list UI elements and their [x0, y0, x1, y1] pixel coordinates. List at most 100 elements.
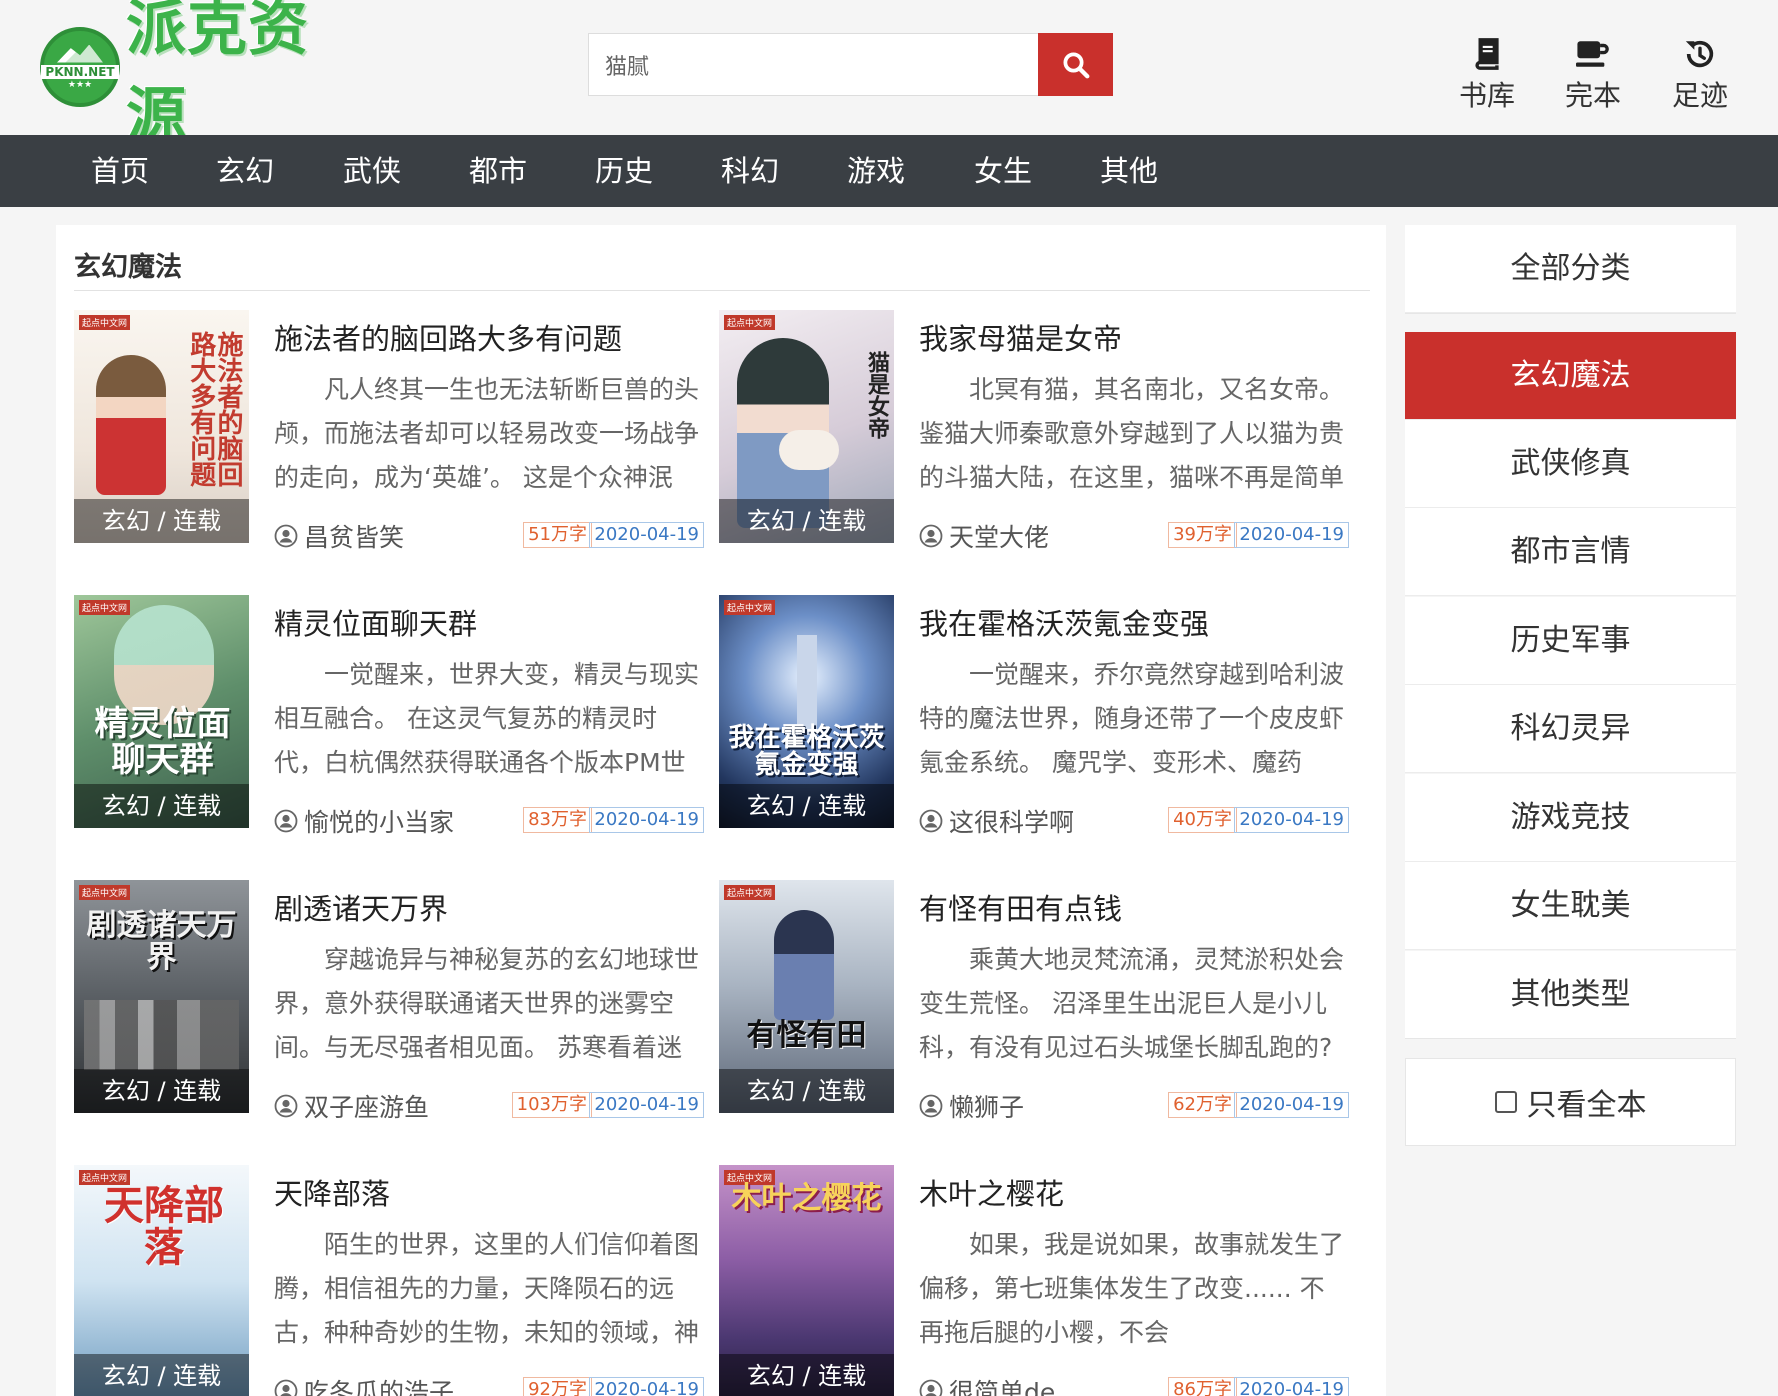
nav-item-game[interactable]: 游戏 — [836, 135, 916, 207]
book-meta: 天堂大佬 39万字 2020-04-19 — [919, 518, 1349, 552]
quick-link-completed[interactable]: 完本 — [1548, 36, 1638, 114]
book-author[interactable]: 昌贫皆笑 — [274, 518, 404, 554]
nav-item-history[interactable]: 历史 — [584, 135, 664, 207]
book-meta: 愉悦的小当家 83万字 2020-04-19 — [274, 803, 704, 837]
book-date: 2020-04-19 — [1234, 807, 1349, 833]
book-cover[interactable]: 起点中文网 天降部落 玄幻 / 连载 — [74, 1165, 249, 1396]
book-title[interactable]: 天降部落 — [274, 1171, 390, 1213]
book-cover[interactable]: 起点中文网 木叶之樱花 玄幻 / 连载 — [719, 1165, 894, 1396]
book-date: 2020-04-19 — [1234, 1092, 1349, 1118]
sidebar-item-other[interactable]: 其他类型 — [1405, 951, 1736, 1039]
nav-item-urban[interactable]: 都市 — [458, 135, 538, 207]
user-icon — [274, 1094, 298, 1118]
book-date: 2020-04-19 — [589, 807, 704, 833]
sidebar-item-female[interactable]: 女生耽美 — [1405, 862, 1736, 950]
header: PKNN.NET ★★★ 派克资源 书库 — [0, 0, 1778, 151]
book-list-panel: 玄幻魔法 起点中文网 施法者的脑回路大多有问题 玄幻 / 连载 施法者的脑回路大… — [56, 225, 1386, 1396]
history-icon — [1685, 40, 1714, 68]
book-word-count: 62万字 — [1168, 1092, 1237, 1118]
book-word-count: 92万字 — [523, 1377, 592, 1396]
book-title[interactable]: 施法者的脑回路大多有问题 — [274, 316, 622, 358]
book-description: 乘黄大地灵梵流涌，灵梵淤积处会变生荒怪。 沼泽里生出泥巨人是小儿科，有没有见过石… — [919, 945, 1345, 1062]
book-author[interactable]: 懒狮子 — [919, 1088, 1024, 1124]
nav-item-scifi[interactable]: 科幻 — [710, 135, 790, 207]
book-cover[interactable]: 起点中文网 剧透诸天万界 玄幻 / 连载 — [74, 880, 249, 1113]
book-tag: 玄幻 / 连载 — [719, 499, 894, 543]
book-author[interactable]: 双子座游鱼 — [274, 1088, 429, 1124]
user-icon — [274, 524, 298, 548]
book-description: 北冥有猫，其名南北，又名女帝。 鉴猫大师秦歌意外穿越到了人以猫为贵的斗猫大陆，在… — [919, 375, 1345, 492]
book-word-count: 51万字 — [523, 522, 592, 548]
book-description: 一觉醒来，世界大变，精灵与现实相互融合。 在这灵气复苏的精灵时代，白杭偶然获得联… — [274, 660, 700, 777]
book-cover[interactable]: 起点中文网 精灵位面聊天群 玄幻 / 连载 — [74, 595, 249, 828]
book-title[interactable]: 精灵位面聊天群 — [274, 601, 477, 643]
book-date: 2020-04-19 — [589, 1092, 704, 1118]
book-author[interactable]: 吃冬瓜的浩子 — [274, 1373, 454, 1396]
coffee-cup-icon — [1576, 41, 1609, 67]
book-icon — [1475, 38, 1499, 70]
user-icon — [919, 809, 943, 833]
sidebar-item-game[interactable]: 游戏竞技 — [1405, 774, 1736, 862]
book-tag: 玄幻 / 连载 — [719, 1354, 894, 1396]
book-title[interactable]: 有怪有田有点钱 — [919, 886, 1122, 928]
book-meta: 懒狮子 62万字 2020-04-19 — [919, 1088, 1349, 1122]
book-date: 2020-04-19 — [1234, 1377, 1349, 1396]
nav-item-other[interactable]: 其他 — [1089, 135, 1169, 207]
nav-item-wuxia[interactable]: 武侠 — [332, 135, 412, 207]
book-cover[interactable]: 起点中文网 我在霍格沃茨氪金变强 玄幻 / 连载 — [719, 595, 894, 828]
user-icon — [274, 809, 298, 833]
book-description: 如果，我是说如果，故事就发生了偏移，第七班集体发生了改变...... 不再拖后腿… — [919, 1230, 1345, 1347]
book-title[interactable]: 我家母猫是女帝 — [919, 316, 1122, 358]
book-tag: 玄幻 / 连载 — [74, 499, 249, 543]
only-complete-toggle[interactable]: 只看全本 — [1405, 1058, 1736, 1146]
logo-text: 派克资源 — [126, 0, 309, 151]
book-cover[interactable]: 起点中文网 施法者的脑回路大多有问题 玄幻 / 连载 — [74, 310, 249, 543]
sidebar-item-all[interactable]: 全部分类 — [1405, 225, 1736, 313]
book-meta: 这很科学啊 40万字 2020-04-19 — [919, 803, 1349, 837]
quick-link-history[interactable]: 足迹 — [1655, 36, 1745, 114]
sidebar-item-scifi[interactable]: 科幻灵异 — [1405, 685, 1736, 773]
book-tag: 玄幻 / 连载 — [719, 784, 894, 828]
book-title[interactable]: 我在霍格沃茨氪金变强 — [919, 601, 1209, 643]
book-author[interactable]: 这很科学啊 — [919, 803, 1074, 839]
sidebar-item-wuxia[interactable]: 武侠修真 — [1405, 420, 1736, 508]
book-title[interactable]: 剧透诸天万界 — [274, 886, 448, 928]
book-cover[interactable]: 起点中文网 有怪有田 玄幻 / 连载 — [719, 880, 894, 1113]
nav-item-home[interactable]: 首页 — [80, 135, 160, 207]
sidebar-item-urban[interactable]: 都市言情 — [1405, 508, 1736, 596]
book-word-count: 83万字 — [523, 807, 592, 833]
book-description: 穿越诡异与神秘复苏的玄幻地球世界，意外获得联通诸天世界的迷雾空间。与无尽强者相见… — [274, 945, 700, 1062]
book-description: 一觉醒来，乔尔竟然穿越到哈利波特的魔法世界，随身还带了一个皮皮虾氪金系统。 魔咒… — [919, 660, 1345, 777]
quick-link-library[interactable]: 书库 — [1442, 36, 1532, 114]
nav-item-female[interactable]: 女生 — [963, 135, 1043, 207]
book-meta: 吃冬瓜的浩子 92万字 2020-04-19 — [274, 1373, 704, 1396]
search-bar — [588, 33, 1113, 96]
checkbox-icon[interactable] — [1494, 1091, 1517, 1113]
book-cover[interactable]: 起点中文网 猫是女帝 玄幻 / 连载 — [719, 310, 894, 543]
search-input[interactable] — [588, 33, 1038, 96]
book-card: 起点中文网 施法者的脑回路大多有问题 玄幻 / 连载 施法者的脑回路大多有问题 … — [74, 310, 714, 552]
sidebar-item-fantasy[interactable]: 玄幻魔法 — [1405, 332, 1736, 420]
book-card: 起点中文网 有怪有田 玄幻 / 连载 有怪有田有点钱 乘黄大地灵梵流涌，灵梵淤积… — [719, 880, 1359, 1122]
nav-item-fantasy[interactable]: 玄幻 — [205, 135, 285, 207]
book-card: 起点中文网 木叶之樱花 玄幻 / 连载 木叶之樱花 如果，我是说如果，故事就发生… — [719, 1165, 1359, 1396]
book-card: 起点中文网 我在霍格沃茨氪金变强 玄幻 / 连载 我在霍格沃茨氪金变强 一觉醒来… — [719, 595, 1359, 837]
user-icon — [919, 1379, 943, 1396]
site-logo[interactable]: PKNN.NET ★★★ 派克资源 — [40, 0, 360, 151]
book-author[interactable]: 很简单de — [919, 1373, 1055, 1396]
book-word-count: 86万字 — [1168, 1377, 1237, 1396]
book-meta: 很简单de 86万字 2020-04-19 — [919, 1373, 1349, 1396]
user-icon — [919, 524, 943, 548]
section-title: 玄幻魔法 — [74, 252, 182, 283]
book-word-count: 103万字 — [511, 1092, 592, 1118]
book-author[interactable]: 天堂大佬 — [919, 518, 1049, 554]
book-word-count: 39万字 — [1168, 522, 1237, 548]
search-button[interactable] — [1038, 33, 1113, 96]
sidebar-item-history[interactable]: 历史军事 — [1405, 597, 1736, 685]
book-meta: 昌贫皆笑 51万字 2020-04-19 — [274, 518, 704, 552]
book-date: 2020-04-19 — [589, 1377, 704, 1396]
book-title[interactable]: 木叶之樱花 — [919, 1171, 1064, 1213]
book-author[interactable]: 愉悦的小当家 — [274, 803, 454, 839]
book-card: 起点中文网 天降部落 玄幻 / 连载 天降部落 陌生的世界，这里的人们信仰着图腾… — [74, 1165, 714, 1396]
logo-badge-icon: PKNN.NET ★★★ — [40, 27, 120, 107]
